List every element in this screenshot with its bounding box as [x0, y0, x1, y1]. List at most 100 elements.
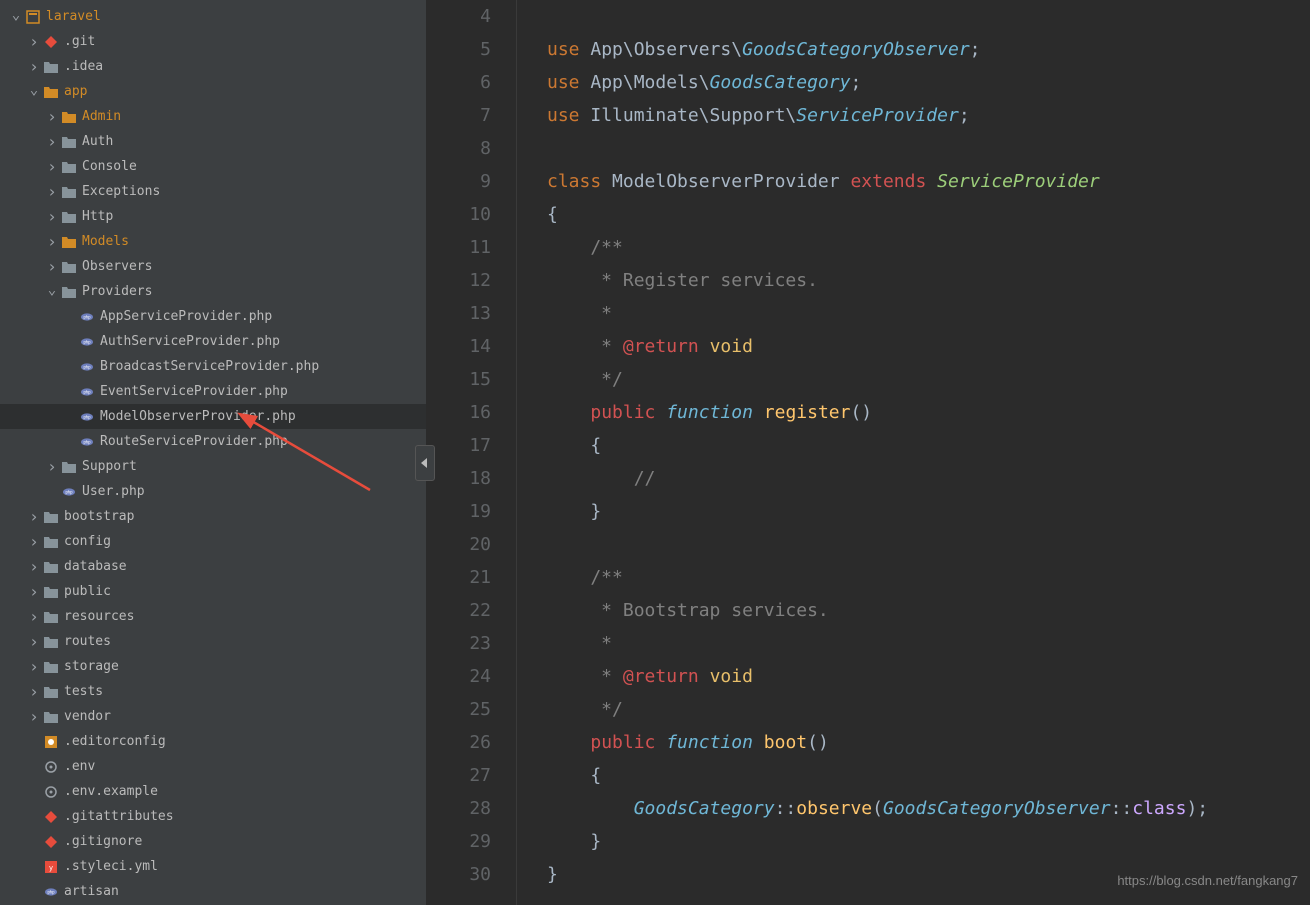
code-line[interactable] — [547, 132, 1310, 165]
chevron-right-icon[interactable] — [26, 707, 42, 726]
tree-item-models[interactable]: Models — [0, 229, 426, 254]
code-line[interactable]: } — [547, 495, 1310, 528]
tree-item--styleci-yml[interactable]: y.styleci.yml — [0, 854, 426, 879]
chevron-right-icon[interactable] — [26, 682, 42, 701]
chevron-right-icon[interactable] — [26, 582, 42, 601]
code-line[interactable]: * — [547, 297, 1310, 330]
tree-item-routes[interactable]: routes — [0, 629, 426, 654]
tree-item--env-example[interactable]: .env.example — [0, 779, 426, 804]
chevron-right-icon[interactable] — [26, 507, 42, 526]
code-line[interactable]: * @return void — [547, 660, 1310, 693]
tree-item--idea[interactable]: .idea — [0, 54, 426, 79]
chevron-right-icon[interactable] — [44, 232, 60, 251]
tree-item-bootstrap[interactable]: bootstrap — [0, 504, 426, 529]
chevron-right-icon[interactable] — [26, 657, 42, 676]
tree-item-broadcastserviceprovider-php[interactable]: phpBroadcastServiceProvider.php — [0, 354, 426, 379]
gear-icon — [42, 761, 60, 773]
chevron-down-icon[interactable] — [26, 84, 42, 100]
code-editor[interactable]: 4567891011121314151617181920212223242526… — [427, 0, 1310, 905]
code-line[interactable]: use App\Models\GoodsCategory; — [547, 66, 1310, 99]
tree-item-public[interactable]: public — [0, 579, 426, 604]
code-token: :: — [775, 798, 797, 819]
php-icon: php — [78, 311, 96, 323]
code-line[interactable]: { — [547, 759, 1310, 792]
chevron-down-icon[interactable] — [8, 9, 24, 25]
chevron-right-icon[interactable] — [44, 132, 60, 151]
collapse-sidebar-button[interactable] — [415, 445, 435, 481]
chevron-down-icon[interactable] — [44, 284, 60, 300]
code-content[interactable]: use App\Observers\GoodsCategoryObserver;… — [517, 0, 1310, 905]
tree-item-auth[interactable]: Auth — [0, 129, 426, 154]
tree-item-tests[interactable]: tests — [0, 679, 426, 704]
chevron-right-icon[interactable] — [44, 207, 60, 226]
tree-item-observers[interactable]: Observers — [0, 254, 426, 279]
chevron-right-icon[interactable] — [44, 182, 60, 201]
tree-item-console[interactable]: Console — [0, 154, 426, 179]
svg-text:php: php — [65, 489, 73, 494]
line-number: 29 — [427, 825, 491, 858]
tree-item--gitignore[interactable]: .gitignore — [0, 829, 426, 854]
code-line[interactable] — [547, 528, 1310, 561]
folder-orange-icon — [60, 236, 78, 248]
code-line[interactable]: * @return void — [547, 330, 1310, 363]
code-line[interactable]: { — [547, 198, 1310, 231]
tree-item--git[interactable]: .git — [0, 29, 426, 54]
tree-item-admin[interactable]: Admin — [0, 104, 426, 129]
code-token: /** — [547, 237, 623, 258]
tree-item-app[interactable]: app — [0, 79, 426, 104]
code-line[interactable]: use Illuminate\Support\ServiceProvider; — [547, 99, 1310, 132]
code-token: public — [590, 402, 666, 423]
tree-item--editorconfig[interactable]: .editorconfig — [0, 729, 426, 754]
code-line[interactable]: * Register services. — [547, 264, 1310, 297]
chevron-right-icon[interactable] — [26, 607, 42, 626]
tree-item-authserviceprovider-php[interactable]: phpAuthServiceProvider.php — [0, 329, 426, 354]
code-line[interactable]: class ModelObserverProvider extends Serv… — [547, 165, 1310, 198]
tree-item-eventserviceprovider-php[interactable]: phpEventServiceProvider.php — [0, 379, 426, 404]
tree-item--env[interactable]: .env — [0, 754, 426, 779]
tree-item-http[interactable]: Http — [0, 204, 426, 229]
tree-item-modelobserverprovider-php[interactable]: phpModelObserverProvider.php — [0, 404, 426, 429]
code-line[interactable]: * Bootstrap services. — [547, 594, 1310, 627]
code-line[interactable]: /** — [547, 231, 1310, 264]
chevron-right-icon[interactable] — [26, 557, 42, 576]
tree-item-database[interactable]: database — [0, 554, 426, 579]
code-line[interactable]: public function boot() — [547, 726, 1310, 759]
project-sidebar[interactable]: laravel.git.ideaappAdminAuthConsoleExcep… — [0, 0, 427, 905]
chevron-right-icon[interactable] — [26, 632, 42, 651]
code-line[interactable]: { — [547, 429, 1310, 462]
code-line[interactable]: /** — [547, 561, 1310, 594]
chevron-right-icon[interactable] — [26, 57, 42, 76]
tree-item-routeserviceprovider-php[interactable]: phpRouteServiceProvider.php — [0, 429, 426, 454]
code-line[interactable]: // — [547, 462, 1310, 495]
chevron-right-icon[interactable] — [44, 257, 60, 276]
code-token: * Register services. — [547, 270, 818, 291]
tree-item-storage[interactable]: storage — [0, 654, 426, 679]
code-line[interactable]: * — [547, 627, 1310, 660]
tree-item--gitattributes[interactable]: .gitattributes — [0, 804, 426, 829]
chevron-right-icon[interactable] — [44, 457, 60, 476]
tree-item-user-php[interactable]: phpUser.php — [0, 479, 426, 504]
tree-item-resources[interactable]: resources — [0, 604, 426, 629]
chevron-right-icon[interactable] — [26, 532, 42, 551]
chevron-right-icon[interactable] — [26, 32, 42, 51]
chevron-right-icon[interactable] — [44, 157, 60, 176]
line-number: 25 — [427, 693, 491, 726]
code-token — [699, 336, 710, 357]
chevron-right-icon[interactable] — [44, 107, 60, 126]
code-line[interactable]: */ — [547, 693, 1310, 726]
code-line[interactable]: } — [547, 825, 1310, 858]
code-line[interactable] — [547, 0, 1310, 33]
tree-item-providers[interactable]: Providers — [0, 279, 426, 304]
svg-text:php: php — [83, 389, 91, 394]
code-line[interactable]: GoodsCategory::observe(GoodsCategoryObse… — [547, 792, 1310, 825]
tree-item-config[interactable]: config — [0, 529, 426, 554]
code-line[interactable]: */ — [547, 363, 1310, 396]
tree-item-support[interactable]: Support — [0, 454, 426, 479]
tree-item-appserviceprovider-php[interactable]: phpAppServiceProvider.php — [0, 304, 426, 329]
tree-item-vendor[interactable]: vendor — [0, 704, 426, 729]
code-line[interactable]: use App\Observers\GoodsCategoryObserver; — [547, 33, 1310, 66]
tree-item-artisan[interactable]: phpartisan — [0, 879, 426, 904]
tree-item-laravel[interactable]: laravel — [0, 4, 426, 29]
tree-item-exceptions[interactable]: Exceptions — [0, 179, 426, 204]
code-line[interactable]: public function register() — [547, 396, 1310, 429]
